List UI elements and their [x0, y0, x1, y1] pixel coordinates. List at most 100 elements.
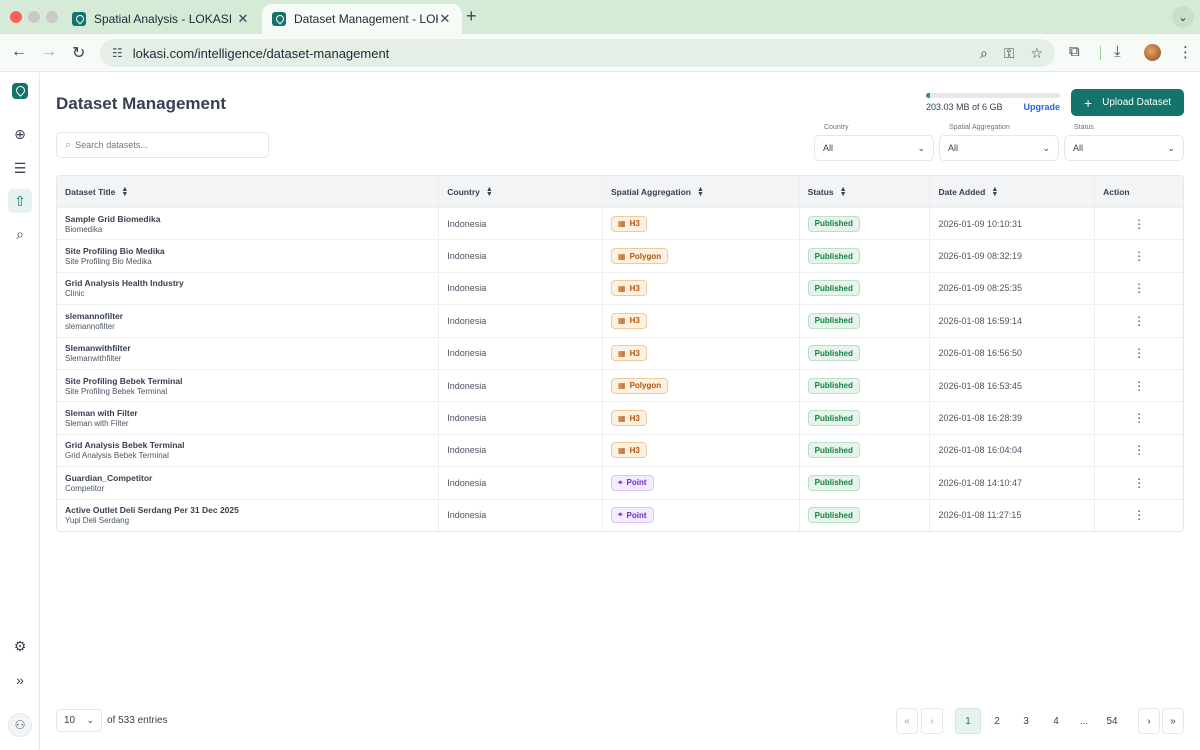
download-icon[interactable]: ⤓	[1114, 43, 1121, 60]
column-header-spatial-aggregation[interactable]: Spatial Aggregation ▲ ▼	[603, 176, 800, 207]
upgrade-link[interactable]: Upgrade	[1023, 102, 1060, 112]
site-settings-icon[interactable]: ☷	[112, 46, 123, 60]
spatial-aggregation-cell: ▦ H3	[603, 272, 800, 305]
lokasi-logo-icon[interactable]	[12, 83, 28, 99]
dataset-title[interactable]: Sample Grid Biomedika	[65, 214, 160, 224]
page-number-button[interactable]: 2	[984, 708, 1010, 734]
search-box[interactable]: ⌕	[56, 132, 269, 158]
table-row[interactable]: Sleman with Filter Sleman with Filter Indo…	[57, 401, 1183, 434]
extensions-icon[interactable]: ⧉	[1069, 43, 1080, 60]
tab-search-button[interactable]: ⌄	[1172, 6, 1194, 28]
forward-arrow-icon[interactable]: →	[41, 43, 57, 61]
kebab-menu-icon[interactable]: ⋮	[1133, 379, 1145, 393]
search-input[interactable]	[75, 140, 256, 150]
table-row[interactable]: Grid Analysis Health Industry Clinic Indon…	[57, 271, 1183, 305]
user-avatar-icon[interactable]: ⚇	[8, 713, 32, 737]
dataset-title[interactable]: slemannofilter	[65, 311, 123, 321]
page-number-button[interactable]: 4	[1043, 708, 1069, 734]
dataset-title[interactable]: Active Outlet Deli Serdang Per 31 Dec 20…	[65, 505, 239, 515]
dataset-subtitle: Clinic	[65, 289, 85, 299]
browser-menu-icon[interactable]: ⋮	[1178, 43, 1193, 61]
settings-gear-icon[interactable]: ⚙	[8, 634, 32, 658]
table-row[interactable]: Active Outlet Deli Serdang Per 31 Dec 20…	[57, 498, 1183, 531]
bookmark-star-icon[interactable]: ☆	[1030, 45, 1043, 62]
sort-icon[interactable]: ▲ ▼	[486, 186, 493, 198]
upload-nav-icon[interactable]: ⇧	[8, 189, 32, 213]
kebab-menu-icon[interactable]: ⋮	[1133, 476, 1145, 490]
sort-icon[interactable]: ▲ ▼	[121, 186, 128, 198]
sort-icon[interactable]: ▲ ▼	[840, 186, 847, 198]
dataset-title[interactable]: Sleman with Filter	[65, 408, 138, 418]
browser-tab-spatial-analysis[interactable]: Spatial Analysis - LOKASI ✕	[62, 4, 260, 34]
browser-tab-bar: Spatial Analysis - LOKASI ✕ Dataset Mana…	[0, 0, 1200, 34]
first-page-button[interactable]: «	[896, 708, 918, 734]
aggregation-label: H3	[629, 283, 640, 293]
next-page-button[interactable]: ›	[1138, 708, 1160, 734]
location-pin-icon: ⌖	[618, 510, 623, 520]
chevron-down-icon: ⌄	[86, 715, 94, 725]
table-row[interactable]: Sample Grid Biomedika Biomedika Indonesia ▦…	[57, 207, 1183, 240]
page-number-button[interactable]: 54	[1099, 708, 1125, 734]
tab-close-icon[interactable]: ✕	[438, 11, 452, 27]
last-page-button[interactable]: »	[1162, 708, 1184, 734]
dataset-title[interactable]: Site Profiling Bio Medika	[65, 246, 165, 256]
column-header-status[interactable]: Status ▲ ▼	[800, 176, 931, 207]
expand-sidebar-icon[interactable]: »	[8, 668, 32, 692]
spatial-analysis-nav-icon[interactable]: ⊕	[8, 122, 32, 146]
page-number-button[interactable]: 1	[955, 708, 981, 734]
spatial-aggregation-filter-value: All	[948, 143, 959, 153]
back-arrow-icon[interactable]: ←	[11, 43, 27, 61]
spatial-aggregation-filter-select[interactable]: All ⌄	[939, 135, 1059, 161]
table-row[interactable]: slemannofilter slemannofilter Indonesia ▦ H3…	[57, 304, 1183, 337]
page-number-button[interactable]: 3	[1013, 708, 1039, 734]
kebab-menu-icon[interactable]: ⋮	[1133, 217, 1145, 231]
tab-close-icon[interactable]: ✕	[236, 11, 250, 27]
database-nav-icon[interactable]: ☰	[8, 156, 32, 180]
browser-tab-dataset-management[interactable]: Dataset Management - LOKASI ✕	[262, 4, 462, 34]
kebab-menu-icon[interactable]: ⋮	[1133, 249, 1145, 263]
table-row[interactable]: Site Profiling Bebek Terminal Site Profil…	[57, 368, 1183, 402]
kebab-menu-icon[interactable]: ⋮	[1133, 314, 1145, 328]
status-filter-select[interactable]: All ⌄	[1064, 135, 1184, 161]
dataset-title[interactable]: Site Profiling Bebek Terminal	[65, 376, 182, 386]
key-icon[interactable]: ⚿	[1004, 45, 1015, 62]
new-tab-button[interactable]: +	[466, 6, 477, 27]
table-row[interactable]: Guardian_Competitor Competitor Indonesia ⌖ P…	[57, 466, 1183, 499]
profile-avatar[interactable]	[1144, 44, 1161, 61]
search-nav-icon[interactable]: ⌕	[8, 222, 32, 246]
window-close-control[interactable]	[10, 11, 22, 23]
column-header-dataset-title[interactable]: Dataset Title ▲ ▼	[57, 176, 440, 207]
kebab-menu-icon[interactable]: ⋮	[1133, 508, 1145, 522]
table-row[interactable]: Site Profiling Bio Medika Site Profiling …	[57, 239, 1183, 272]
dataset-title[interactable]: Grid Analysis Bebek Terminal	[65, 440, 185, 450]
chevron-down-icon: ⌄	[1042, 142, 1050, 153]
previous-page-button[interactable]: ‹	[921, 708, 943, 734]
dataset-subtitle: Yupi Deli Serdang	[65, 516, 130, 526]
zoom-icon[interactable]: ⌕	[980, 45, 988, 62]
rows-per-page-select[interactable]: 10 ⌄	[56, 709, 102, 732]
kebab-menu-icon[interactable]: ⋮	[1133, 411, 1145, 425]
table-row[interactable]: Slemanwithfilter Slemanwithfilter Indonesi…	[57, 336, 1183, 369]
dataset-subtitle: Slemanwithfilter	[65, 354, 122, 364]
dataset-title[interactable]: Slemanwithfilter	[65, 343, 131, 353]
kebab-menu-icon[interactable]: ⋮	[1133, 346, 1145, 360]
address-url[interactable]: lokasi.com/intelligence/dataset-manageme…	[133, 46, 964, 61]
kebab-menu-icon[interactable]: ⋮	[1133, 443, 1145, 457]
column-header-date-added[interactable]: Date Added ▲ ▼	[930, 176, 1096, 207]
window-minimize-control[interactable]	[28, 11, 40, 23]
upload-dataset-button[interactable]: + Upload Dataset	[1071, 89, 1184, 116]
table-row[interactable]: Grid Analysis Bebek Terminal Grid Analysi…	[57, 433, 1183, 467]
column-header-country[interactable]: Country ▲ ▼	[439, 176, 603, 207]
sort-icon[interactable]: ▲ ▼	[697, 186, 704, 198]
dataset-title[interactable]: Guardian_Competitor	[65, 473, 152, 483]
window-zoom-control[interactable]	[46, 11, 58, 23]
column-header-action: Action	[1095, 176, 1183, 207]
dataset-subtitle: Site Profiling Bio Medika	[65, 257, 152, 267]
dataset-subtitle: Biomedika	[65, 224, 103, 234]
reload-icon[interactable]: ↻	[72, 43, 85, 63]
kebab-menu-icon[interactable]: ⋮	[1133, 281, 1145, 295]
country-filter-select[interactable]: All ⌄	[814, 135, 934, 161]
sort-icon[interactable]: ▲ ▼	[991, 186, 998, 198]
address-bar[interactable]: ☷ lokasi.com/intelligence/dataset-manage…	[100, 39, 1055, 67]
dataset-title[interactable]: Grid Analysis Health Industry	[65, 278, 184, 288]
